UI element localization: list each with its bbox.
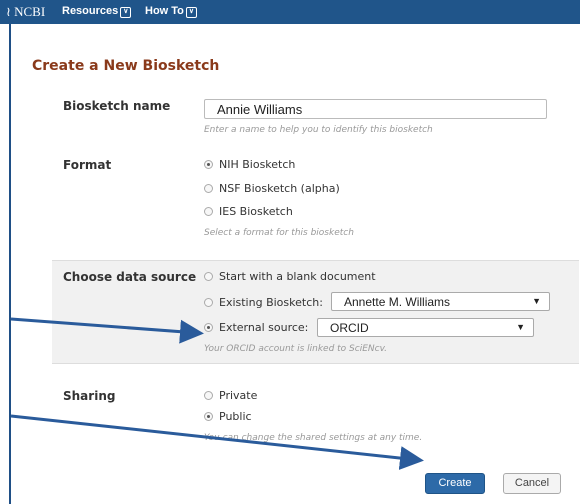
arrow-to-external-source (10, 317, 204, 344)
annotation-arrows (10, 317, 424, 470)
arrow-to-create-button (10, 414, 424, 470)
